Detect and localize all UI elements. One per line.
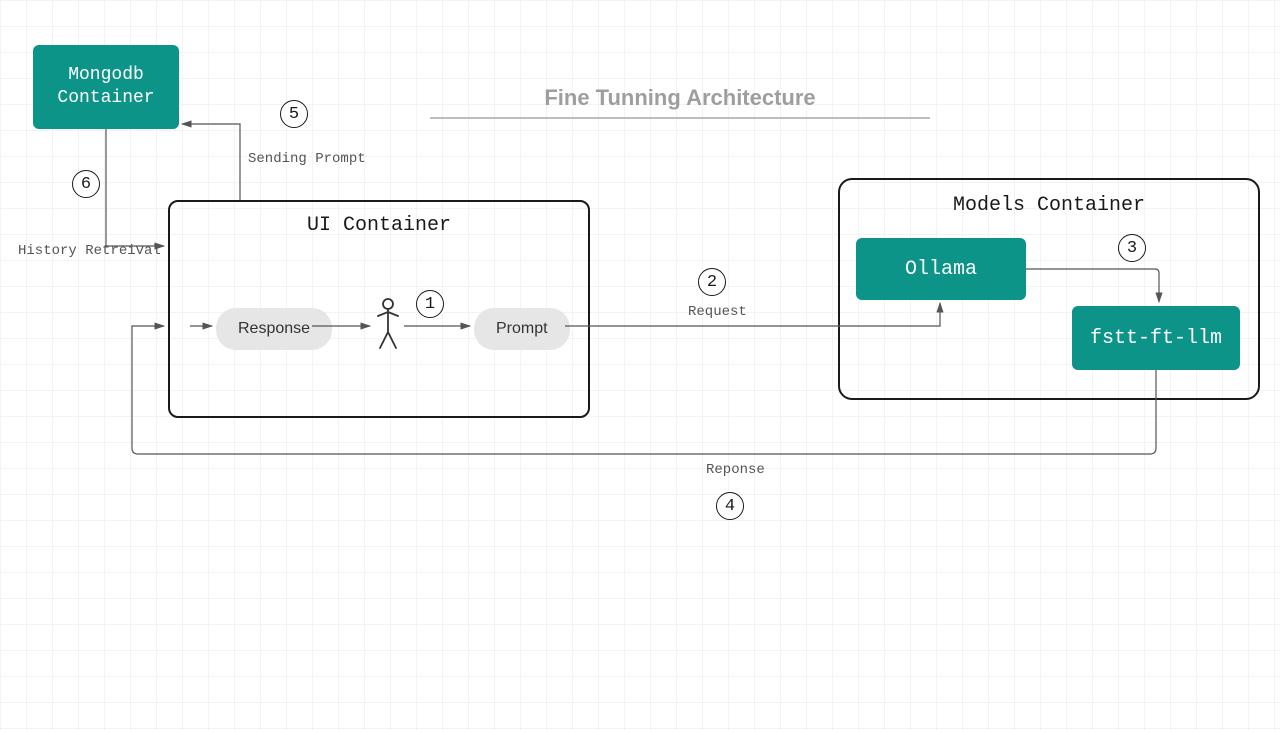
response-pill: Response [216,308,332,350]
response-label-edge: Reponse [706,462,765,478]
step-badge-4: 4 [716,492,744,520]
ollama-label: Ollama [905,258,977,281]
step-badge-2: 2 [698,268,726,296]
response-label: Response [238,320,310,338]
step-badge-1: 1 [416,290,444,318]
mongodb-label: Mongodb Container [57,64,154,111]
models-container-label: Models Container [840,194,1258,217]
mongodb-container-node: Mongodb Container [33,45,179,129]
ui-container-label: UI Container [170,214,588,237]
step-badge-6: 6 [72,170,100,198]
sending-prompt-label: Sending Prompt [248,151,366,167]
step-badge-5: 5 [280,100,308,128]
fstt-label: fstt-ft-llm [1090,327,1222,350]
request-label: Request [688,304,747,320]
ollama-node: Ollama [856,238,1026,300]
prompt-label: Prompt [496,320,548,338]
diagram-title: Fine Tunning Architecture [430,85,930,119]
person-icon [374,298,402,350]
fstt-node: fstt-ft-llm [1072,306,1240,370]
history-retrieval-label: History Retreival [18,243,161,259]
step-badge-3: 3 [1118,234,1146,262]
prompt-pill: Prompt [474,308,570,350]
